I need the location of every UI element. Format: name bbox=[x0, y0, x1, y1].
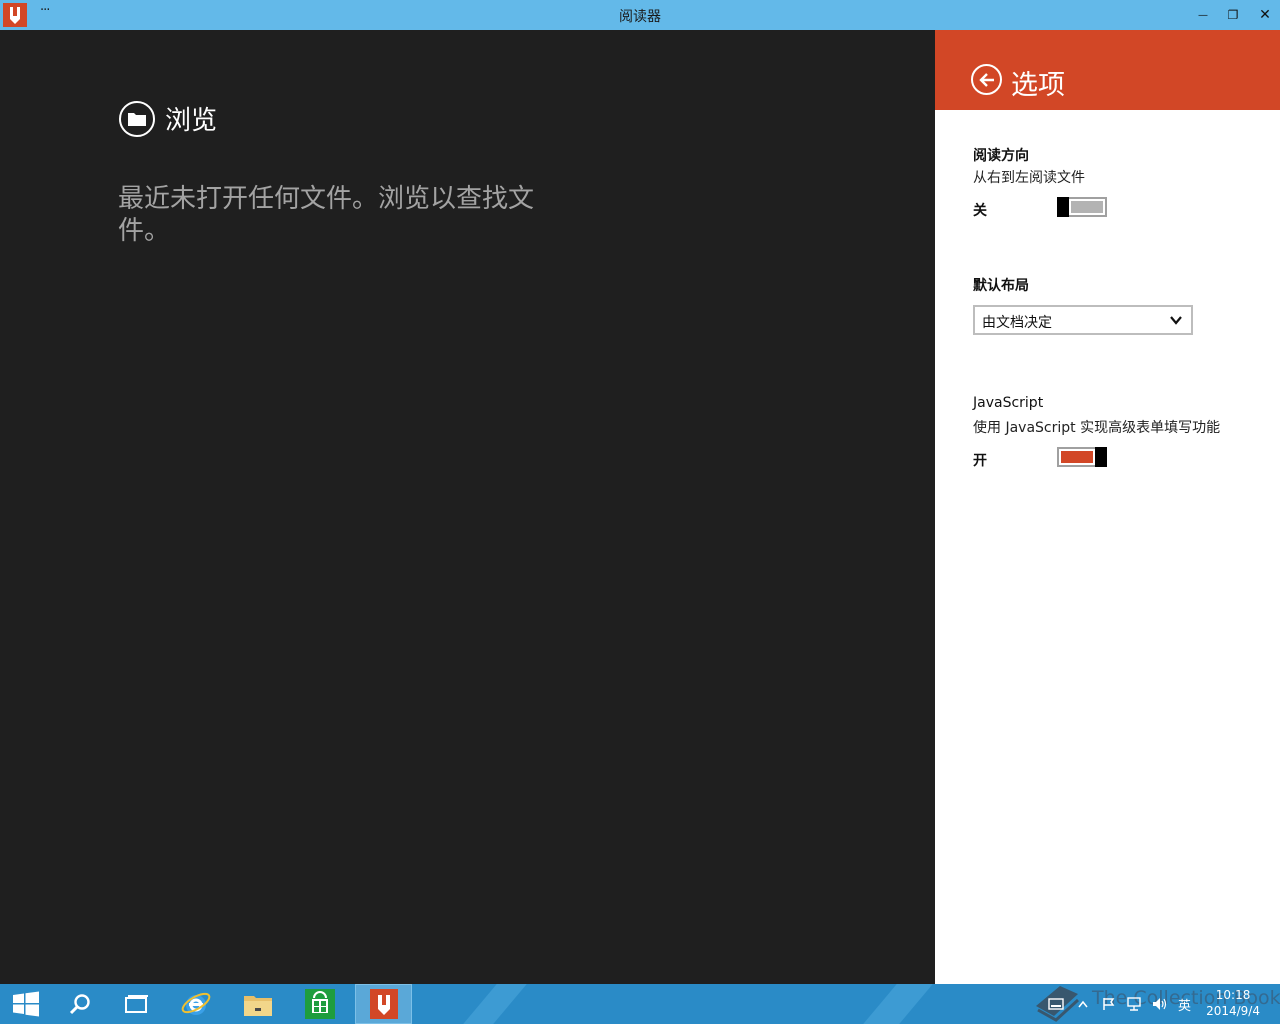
reading-direction-state: 关 bbox=[973, 203, 987, 219]
options-pane: 选项 阅读方向 从右到左阅读文件 关 默认布局 由文档决定 JavaScript… bbox=[935, 30, 1280, 984]
clock-date: 2014/9/4 bbox=[1206, 1004, 1260, 1018]
browse-button[interactable]: 浏览 bbox=[119, 100, 217, 137]
title-bar: ··· 阅读器 — ❐ ✕ bbox=[0, 0, 1280, 30]
javascript-setting: JavaScript 使用 JavaScript 实现高级表单填写功能 开 bbox=[973, 395, 1220, 471]
internet-explorer-button[interactable] bbox=[170, 984, 222, 1024]
restore-button[interactable]: ❐ bbox=[1218, 0, 1248, 30]
reading-direction-toggle[interactable] bbox=[1057, 197, 1107, 217]
browse-label: 浏览 bbox=[165, 106, 218, 136]
start-button[interactable] bbox=[0, 984, 52, 1024]
toggle-track-fill bbox=[1071, 201, 1103, 213]
default-layout-dropdown[interactable]: 由文档决定 bbox=[973, 305, 1193, 335]
network-icon[interactable] bbox=[1126, 997, 1142, 1011]
reading-direction-title: 阅读方向 bbox=[973, 148, 1029, 164]
start-icon bbox=[13, 991, 39, 1017]
back-button[interactable] bbox=[971, 64, 1002, 95]
javascript-title: JavaScript bbox=[973, 395, 1044, 411]
minimize-button[interactable]: — bbox=[1188, 0, 1218, 30]
action-center-flag-icon[interactable] bbox=[1102, 997, 1116, 1011]
store-button[interactable] bbox=[294, 984, 346, 1024]
chevron-down-icon bbox=[1170, 316, 1182, 325]
search-button[interactable] bbox=[54, 984, 106, 1024]
back-arrow-icon bbox=[978, 72, 994, 87]
reading-direction-description: 从右到左阅读文件 bbox=[973, 170, 1085, 186]
volume-icon[interactable] bbox=[1152, 997, 1168, 1011]
javascript-state: 开 bbox=[973, 453, 987, 469]
reader-taskbar-button[interactable] bbox=[355, 984, 412, 1024]
empty-state-message: 最近未打开任何文件。浏览以查找文件。 bbox=[118, 184, 535, 246]
close-icon: ✕ bbox=[1259, 7, 1271, 23]
default-layout-title: 默认布局 bbox=[973, 278, 1029, 294]
system-tray: 英 bbox=[1048, 984, 1191, 1024]
toggle-thumb bbox=[1057, 197, 1069, 217]
clock-time: 10:18 bbox=[1215, 988, 1251, 1002]
toggle-track-fill bbox=[1061, 451, 1093, 463]
minimize-icon: — bbox=[1198, 9, 1208, 21]
options-header: 选项 bbox=[935, 30, 1280, 110]
task-view-button[interactable] bbox=[110, 984, 162, 1024]
folder-icon bbox=[119, 100, 155, 137]
options-title: 选项 bbox=[1011, 70, 1065, 101]
taskbar: The Collection Book 英 10:18 2014/9/4 bbox=[0, 984, 1280, 1024]
file-explorer-button[interactable] bbox=[232, 984, 284, 1024]
default-layout-setting: 默认布局 由文档决定 bbox=[973, 275, 1193, 335]
keyboard-icon[interactable] bbox=[1048, 998, 1064, 1010]
taskbar-decoration bbox=[854, 984, 942, 1024]
search-icon bbox=[69, 994, 90, 1015]
default-layout-value: 由文档决定 bbox=[982, 315, 1052, 331]
reading-direction-setting: 阅读方向 从右到左阅读文件 关 bbox=[973, 145, 1107, 221]
javascript-toggle[interactable] bbox=[1057, 447, 1107, 467]
clock[interactable]: 10:18 2014/9/4 bbox=[1206, 987, 1260, 1019]
toggle-thumb bbox=[1095, 447, 1107, 467]
file-explorer-icon bbox=[244, 996, 272, 1016]
restore-icon: ❐ bbox=[1227, 8, 1239, 22]
reader-icon bbox=[369, 989, 398, 1019]
close-button[interactable]: ✕ bbox=[1250, 0, 1280, 30]
store-icon bbox=[305, 989, 335, 1019]
taskbar-decoration bbox=[454, 984, 536, 1024]
ie-icon bbox=[181, 992, 211, 1015]
task-view-icon bbox=[125, 995, 148, 1013]
window-title: 阅读器 bbox=[619, 9, 661, 25]
input-method-indicator[interactable]: 英 bbox=[1178, 995, 1191, 1014]
javascript-description: 使用 JavaScript 实现高级表单填写功能 bbox=[973, 420, 1221, 436]
show-hidden-icons-icon[interactable] bbox=[1078, 1000, 1088, 1008]
main-content: 浏览 最近未打开任何文件。浏览以查找文件。 bbox=[0, 30, 935, 984]
